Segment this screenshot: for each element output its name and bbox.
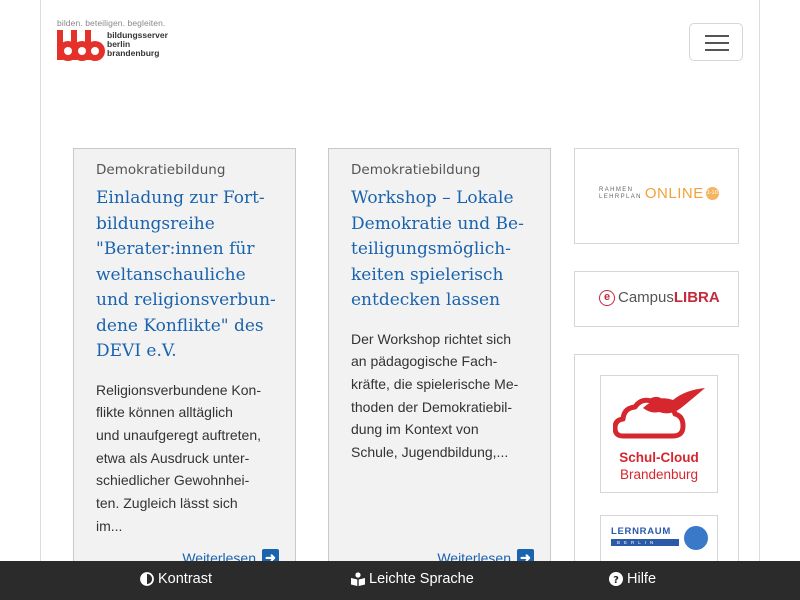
cloud-bird-icon — [613, 388, 705, 439]
schul-cloud-brandenburg-link[interactable]: Schul-Cloud Brandenburg — [600, 375, 718, 493]
accessibility-bar: Kontrast Leichte Sprache ? Hilfe — [0, 561, 800, 600]
globe-network-icon — [684, 526, 708, 550]
ecampus-libra-logo: e Campus LIBRA — [599, 289, 720, 306]
rahmenlehrplan-logo: RAHMEN LEHRPLAN ONLINE 1-10 — [599, 185, 719, 202]
ecampus-libra-banner[interactable]: e Campus LIBRA — [574, 271, 739, 327]
logo-wordmark: bildungsserver berlin brandenburg — [107, 30, 168, 58]
news-card[interactable]: Demokratiebildung Workshop – Lokale Demo… — [328, 148, 551, 578]
easy-language-button[interactable]: Leichte Sprache — [351, 571, 474, 587]
help-button[interactable]: ? Hilfe — [609, 571, 656, 587]
rahmenlehrplan-online-banner[interactable]: RAHMEN LEHRPLAN ONLINE 1-10 — [574, 148, 739, 244]
card-category: Demokratiebildung — [351, 162, 481, 178]
bbb-logo-icon — [57, 30, 105, 61]
platform-links-box: Schul-Cloud Brandenburg LERNRAUM BERLIN — [574, 354, 739, 594]
card-category: Demokratiebildung — [96, 162, 226, 178]
svg-text:?: ? — [613, 575, 619, 586]
logo-tagline: bilden. beteiligen. begleiten. — [57, 18, 166, 28]
card-teaser: Der Workshop richtet sich an pädagogisch… — [351, 330, 519, 461]
contrast-icon — [140, 572, 154, 586]
card-teaser: Religionsverbundene Kon- flikte können a… — [96, 381, 262, 534]
card-title-link[interactable]: Workshop – Lokale Demokratie und Be- tei… — [351, 186, 534, 314]
bildungsserver-logo[interactable]: bilden. beteiligen. begleiten. bildungss… — [57, 18, 177, 66]
contrast-button[interactable]: Kontrast — [140, 571, 212, 587]
question-circle-icon: ? — [609, 572, 623, 586]
navbar-toggle-button[interactable] — [689, 23, 743, 61]
news-card[interactable]: Demokratiebildung Einladung zur Fort- bi… — [73, 148, 296, 578]
card-title-link[interactable]: Einladung zur Fort- bildungsreihe "Berat… — [96, 186, 279, 365]
book-reader-icon — [351, 572, 365, 586]
